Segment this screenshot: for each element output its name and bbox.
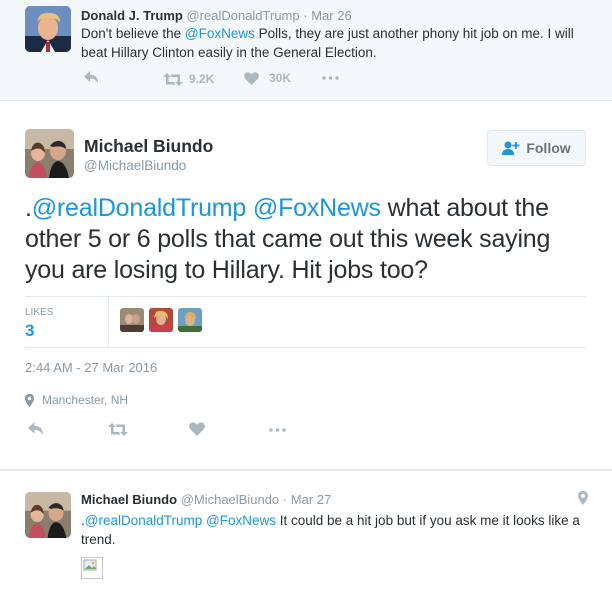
main-reply-button[interactable] [28, 422, 44, 436]
location-pin-icon[interactable] [578, 491, 588, 505]
main-username[interactable]: @MichaelBiundo [84, 158, 186, 173]
main-like-button[interactable] [189, 422, 205, 436]
likes-count[interactable]: 3 [25, 321, 34, 341]
reply-mention-foxnews[interactable]: @FoxNews [206, 513, 276, 528]
main-avatar[interactable] [25, 129, 74, 178]
follow-label: Follow [526, 140, 571, 156]
reply-tweet-text: .@realDonaldTrump @FoxNews It could be a… [81, 511, 591, 549]
parent-time[interactable]: Mar 26 [311, 8, 351, 23]
location-label: Manchester, NH [42, 393, 129, 407]
main-tweet: Michael Biundo @MichaelBiundo Follow .@r… [0, 101, 612, 470]
reply-icon [84, 71, 98, 83]
retweet-icon [108, 423, 128, 436]
retweet-icon [163, 72, 183, 86]
parent-like-count: 30K [269, 71, 292, 85]
more-icon [269, 428, 286, 432]
parent-like-button[interactable]: 30K [244, 71, 291, 85]
reply-tweet[interactable]: Michael Biundo @MichaelBiundo · Mar 27 .… [0, 470, 612, 593]
parent-retweet-count: 9.2K [189, 72, 215, 86]
main-mention-realdonaldtrump[interactable]: @realDonaldTrump [32, 194, 247, 222]
main-text-prefix: . [25, 194, 32, 222]
reply-mention-realdonaldtrump[interactable]: @realDonaldTrump [85, 513, 203, 528]
reply-fullname[interactable]: Michael Biundo [81, 492, 177, 507]
liker-avatar[interactable] [149, 308, 173, 332]
parent-mention-foxnews[interactable]: @FoxNews [185, 26, 255, 41]
main-retweet-button[interactable] [108, 423, 128, 436]
stats-divider [108, 297, 109, 347]
parent-text-part-1: Don't believe the [81, 26, 185, 41]
main-fullname[interactable]: Michael Biundo [84, 136, 213, 157]
main-more-button[interactable] [268, 428, 287, 432]
reply-separator: · [282, 492, 288, 507]
parent-fullname[interactable]: Donald J. Trump [81, 8, 183, 23]
reply-username[interactable]: @MichaelBiundo [181, 492, 279, 507]
parent-retweet-button[interactable]: 9.2K [163, 72, 214, 86]
parent-separator: · [303, 8, 308, 23]
parent-tweet-text: Don't believe the @FoxNews Polls, they a… [81, 24, 591, 62]
main-tweet-text: .@realDonaldTrump @FoxNews what about th… [25, 193, 590, 286]
parent-username[interactable]: @realDonaldTrump [186, 8, 299, 23]
parent-header: Donald J. Trump @realDonaldTrump · Mar 2… [81, 8, 352, 23]
main-mention-foxnews[interactable]: @FoxNews [253, 194, 381, 222]
tweet-location[interactable]: Manchester, NH [25, 393, 128, 407]
liker-avatar[interactable] [120, 308, 144, 332]
parent-avatar[interactable] [25, 6, 71, 52]
heart-icon [189, 422, 205, 436]
tweet-timestamp[interactable]: 2:44 AM - 27 Mar 2016 [25, 360, 157, 375]
liker-avatars [120, 308, 207, 332]
tweet-stats: LIKES 3 [25, 296, 586, 348]
more-icon [322, 76, 339, 80]
likes-label[interactable]: LIKES [25, 307, 53, 318]
follow-icon [502, 141, 520, 155]
parent-reply-button[interactable] [84, 71, 99, 84]
reply-icon [28, 422, 43, 435]
broken-image-icon [81, 557, 103, 579]
reply-time[interactable]: Mar 27 [291, 492, 331, 507]
liker-avatar[interactable] [178, 308, 202, 332]
parent-tweet[interactable]: Donald J. Trump @realDonaldTrump · Mar 2… [0, 0, 612, 101]
location-pin-icon [25, 393, 34, 407]
follow-button[interactable]: Follow [487, 130, 586, 166]
reply-header: Michael Biundo @MichaelBiundo · Mar 27 [81, 492, 331, 507]
reply-avatar[interactable] [25, 492, 71, 538]
parent-more-button[interactable] [322, 76, 339, 80]
heart-icon [244, 71, 259, 85]
